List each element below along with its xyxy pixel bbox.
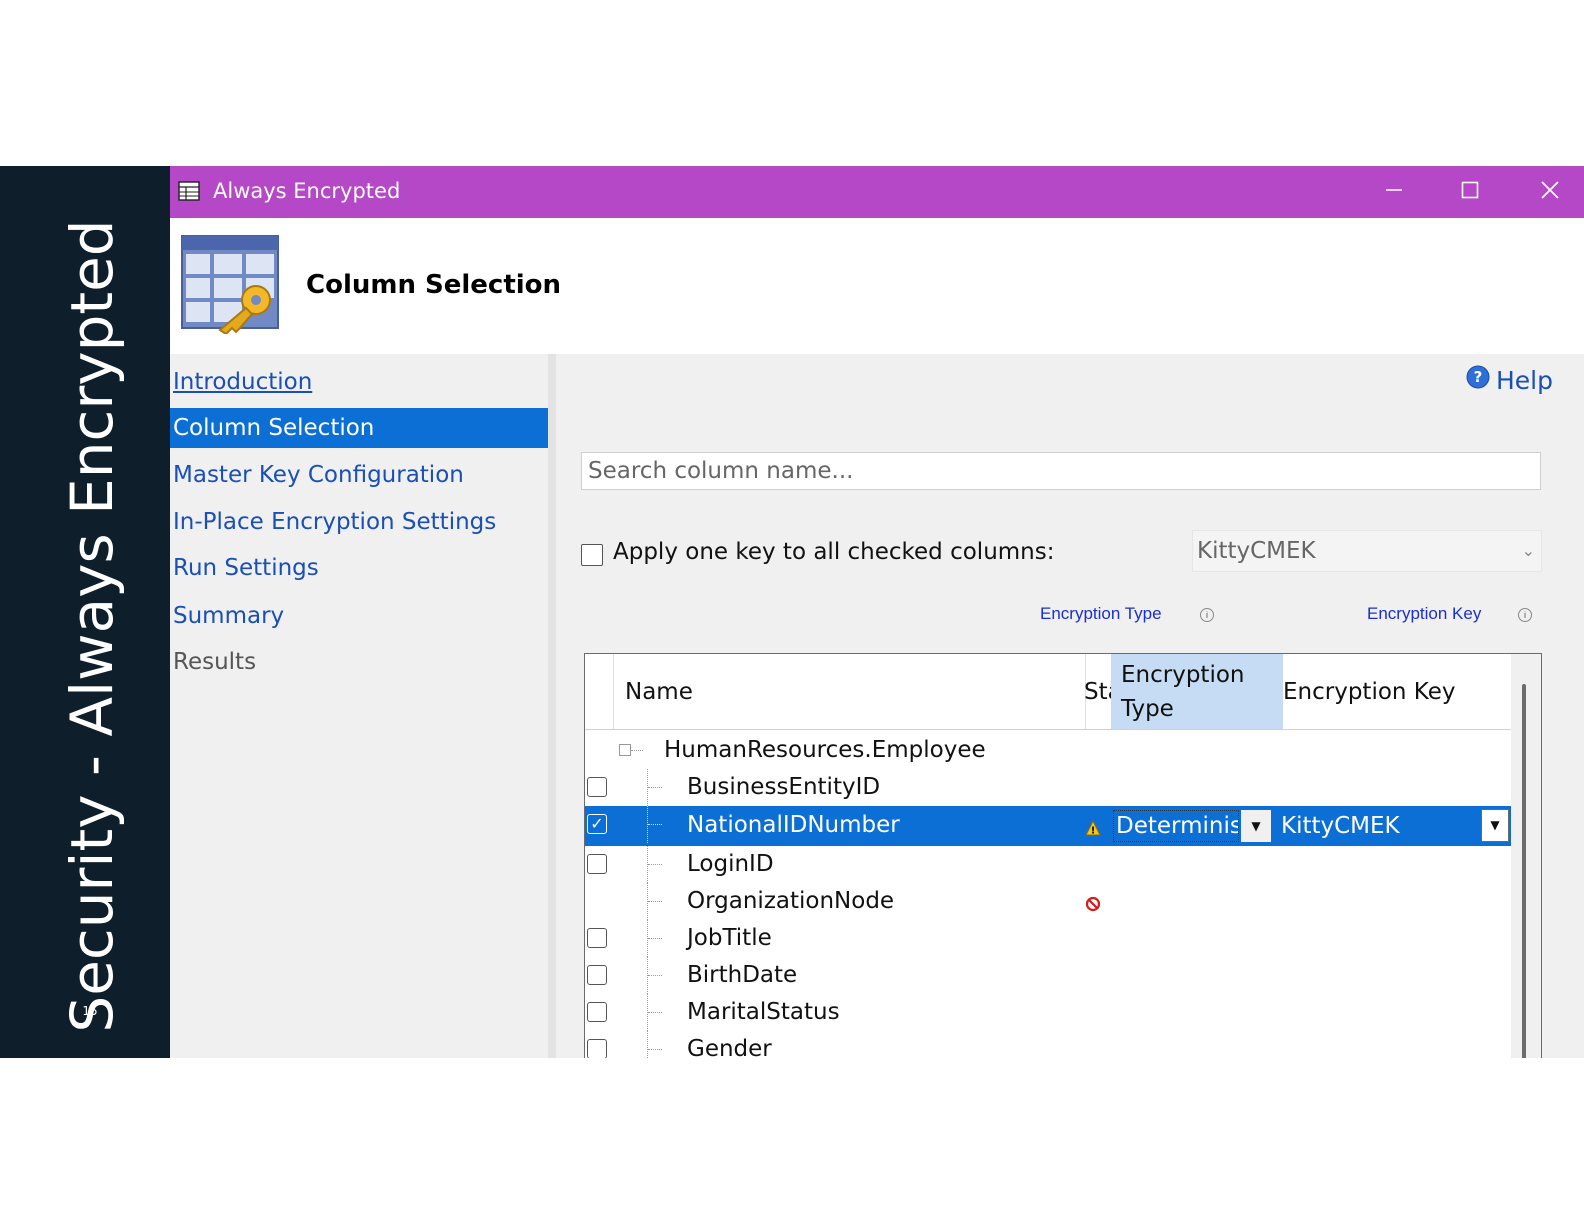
- column-name: MaritalStatus: [687, 999, 840, 1025]
- vertical-scrollbar[interactable]: [1511, 654, 1541, 1058]
- tree-connector: [648, 1012, 662, 1014]
- encryption-type-link[interactable]: Encryption Type: [1040, 604, 1162, 624]
- wizard-nav: Introduction Column Selection Master Key…: [170, 354, 548, 1058]
- row-checkbox-checked[interactable]: ✓: [587, 814, 607, 834]
- svg-text:?: ?: [1474, 368, 1483, 386]
- nav-item-in-place-encryption-settings[interactable]: In-Place Encryption Settings: [170, 502, 548, 542]
- nav-item-run-settings[interactable]: Run Settings: [170, 548, 548, 588]
- chevron-down-icon[interactable]: ▼: [1481, 809, 1509, 842]
- column-header-encryption-type[interactable]: Encryption Type: [1111, 654, 1283, 729]
- tree-connector: [648, 901, 662, 903]
- table-row[interactable]: JobTitle: [585, 920, 1511, 957]
- column-name: BirthDate: [687, 962, 798, 988]
- close-button[interactable]: [1520, 166, 1580, 218]
- table-row[interactable]: OrganizationNode: [585, 883, 1511, 920]
- table-row[interactable]: ✓ NationalIDNumber ! Determinist ▼ Kitty…: [585, 806, 1511, 846]
- wizard-table-icon: [178, 180, 202, 204]
- maximize-button[interactable]: [1440, 166, 1500, 218]
- tree-connector: [648, 787, 662, 789]
- row-checkbox[interactable]: [587, 928, 607, 948]
- close-icon: [1540, 180, 1560, 205]
- column-grid: Name Sta Encryption Type Encryption Key …: [584, 653, 1542, 1058]
- table-group-row[interactable]: HumanResources.Employee: [585, 732, 1511, 769]
- header-divider: [585, 729, 1511, 730]
- page-number: 15: [82, 1004, 98, 1018]
- row-checkbox[interactable]: [587, 777, 607, 797]
- column-name: NationalIDNumber: [687, 812, 900, 838]
- chevron-down-icon: ⌄: [1521, 541, 1535, 560]
- nav-item-introduction[interactable]: Introduction: [170, 362, 548, 402]
- table-name: HumanResources.Employee: [664, 737, 986, 763]
- nav-divider: [548, 354, 556, 1058]
- nav-item-results: Results: [173, 649, 257, 675]
- table-row[interactable]: Gender: [585, 1031, 1511, 1058]
- row-checkbox[interactable]: [587, 854, 607, 874]
- column-name: BusinessEntityID: [687, 774, 881, 800]
- encryption-type-select[interactable]: Determinist: [1113, 810, 1239, 842]
- warning-icon: !: [1085, 816, 1101, 842]
- help-label: Help: [1496, 365, 1553, 395]
- table-row[interactable]: MaritalStatus: [585, 994, 1511, 1031]
- row-checkbox[interactable]: [587, 1002, 607, 1022]
- row-checkbox[interactable]: [587, 965, 607, 985]
- slide: Security - Always Encrypted 15 Always En…: [0, 166, 1584, 1058]
- page-title: Column Selection: [306, 270, 562, 300]
- help-link[interactable]: ? Help: [1466, 362, 1553, 398]
- always-encrypted-window: Always Encrypted Column Selection Introd…: [170, 166, 1584, 1058]
- nav-item-summary[interactable]: Summary: [170, 596, 548, 636]
- encryption-key-link[interactable]: Encryption Key: [1367, 604, 1481, 624]
- column-name: LoginID: [687, 851, 774, 877]
- minimize-button[interactable]: [1364, 166, 1424, 218]
- chevron-down-icon[interactable]: ▼: [1241, 810, 1271, 842]
- tree-connector: [647, 1031, 649, 1058]
- slide-side-band: Security - Always Encrypted 15: [0, 166, 170, 1058]
- apply-key-select[interactable]: KittyCMEK ⌄: [1192, 530, 1542, 572]
- blocked-icon: [1085, 892, 1101, 918]
- maximize-icon: [1461, 181, 1479, 204]
- tree-connector: [648, 1049, 662, 1051]
- column-name: OrganizationNode: [687, 888, 895, 914]
- column-name: Gender: [687, 1036, 772, 1058]
- tree-connector: [648, 975, 662, 977]
- info-icon[interactable]: i: [1518, 608, 1532, 622]
- apply-one-key-label: Apply one key to all checked columns:: [613, 539, 1055, 565]
- row-checkbox[interactable]: [587, 1039, 607, 1058]
- nav-item-master-key-configuration[interactable]: Master Key Configuration: [170, 455, 548, 495]
- tree-connector: [648, 864, 662, 866]
- svg-text:!: !: [1091, 826, 1096, 837]
- title-bar[interactable]: Always Encrypted: [170, 166, 1584, 218]
- info-icon[interactable]: i: [1200, 608, 1214, 622]
- table-row[interactable]: BirthDate: [585, 957, 1511, 994]
- apply-key-value: KittyCMEK: [1197, 538, 1316, 564]
- scrollbar-thumb[interactable]: [1522, 684, 1526, 1058]
- column-name: JobTitle: [687, 925, 772, 951]
- apply-one-key-checkbox[interactable]: [581, 544, 603, 566]
- collapse-icon[interactable]: [619, 744, 631, 756]
- page-header: Column Selection: [170, 218, 1584, 354]
- search-input[interactable]: [581, 452, 1541, 490]
- window-title: Always Encrypted: [213, 179, 401, 203]
- column-header-name[interactable]: Name: [613, 654, 1086, 729]
- main-panel: ? Help Apply one key to all checked colu…: [556, 354, 1584, 1058]
- help-icon: ?: [1466, 365, 1490, 395]
- encryption-key-select[interactable]: KittyCMEK: [1273, 806, 1511, 843]
- tree-connector: [648, 938, 662, 940]
- column-header-encryption-key[interactable]: Encryption Key: [1273, 654, 1523, 729]
- slide-title: Security - Always Encrypted: [58, 219, 126, 1033]
- nav-item-column-selection[interactable]: Column Selection: [170, 408, 548, 448]
- minimize-icon: [1385, 181, 1403, 204]
- table-row[interactable]: BusinessEntityID: [585, 769, 1511, 806]
- table-key-icon: [180, 234, 280, 336]
- table-row[interactable]: LoginID: [585, 846, 1511, 883]
- tree-connector: [648, 824, 662, 826]
- tree-connector: [631, 750, 643, 751]
